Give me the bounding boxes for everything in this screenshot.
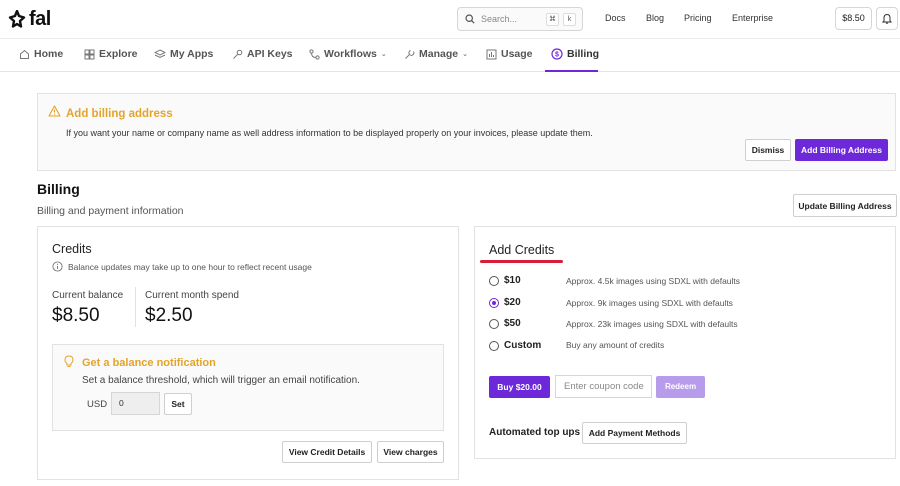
notification-title: Get a balance notification	[82, 357, 216, 369]
current-balance-value: $8.50	[52, 305, 100, 326]
nav-billing[interactable]: $ Billing	[551, 48, 599, 60]
add-payment-methods-button[interactable]: Add Payment Methods	[582, 422, 687, 444]
option-custom[interactable]: Custom	[489, 340, 541, 351]
search-input[interactable]: Search... ⌘ k	[457, 7, 583, 31]
top-bar: fal Search... ⌘ k Docs Blog Pricing Ente…	[0, 0, 900, 38]
threshold-input[interactable]: 0	[111, 392, 160, 415]
link-pricing[interactable]: Pricing	[684, 13, 712, 23]
radio-button[interactable]	[489, 275, 499, 286]
option-50[interactable]: $50	[489, 318, 521, 329]
wrench-icon	[405, 49, 415, 59]
alert-text: If you want your name or company name as…	[66, 128, 593, 138]
link-enterprise[interactable]: Enterprise	[732, 13, 773, 23]
view-credit-details-button[interactable]: View Credit Details	[282, 441, 372, 463]
shortcut-key-k: k	[563, 13, 576, 26]
month-spend-value: $2.50	[145, 305, 193, 326]
search-icon	[465, 14, 475, 24]
account-balance-button[interactable]: $8.50	[835, 7, 872, 30]
grid-icon	[84, 49, 95, 59]
bar-chart-icon	[486, 49, 497, 59]
nav-workflows[interactable]: Workflows ⌄	[309, 48, 387, 60]
current-balance-label: Current balance	[52, 290, 124, 301]
nav-manage[interactable]: Manage ⌄	[404, 48, 468, 60]
chevron-down-icon: ⌄	[462, 51, 468, 58]
nav-home[interactable]: Home	[19, 48, 63, 60]
balance-info: Balance updates may take up to one hour …	[52, 261, 312, 272]
balance-info-text: Balance updates may take up to one hour …	[68, 261, 312, 272]
nav-my-apps-label: My Apps	[170, 48, 214, 60]
nav-usage-label: Usage	[501, 48, 533, 60]
brand-name: fal	[29, 8, 51, 30]
info-icon	[52, 261, 63, 272]
chevron-down-icon: ⌄	[380, 51, 387, 58]
option-custom-label: Custom	[504, 340, 542, 351]
shortcut-key-cmd: ⌘	[546, 13, 559, 26]
notification-text: Set a balance threshold, which will trig…	[82, 375, 360, 386]
search-placeholder: Search...	[481, 14, 518, 24]
nav-manage-label: Manage	[419, 48, 459, 60]
add-credits-title: Add Credits	[489, 243, 555, 257]
option-custom-desc: Buy any amount of credits	[566, 340, 665, 350]
nav-usage[interactable]: Usage	[486, 48, 533, 60]
bell-icon	[882, 13, 892, 24]
buy-button[interactable]: Buy $20.00	[489, 376, 550, 398]
nav-home-label: Home	[34, 48, 64, 60]
option-50-label: $50	[504, 318, 521, 329]
set-threshold-button[interactable]: Set	[164, 393, 192, 415]
title-underline	[480, 260, 563, 263]
update-billing-address-button[interactable]: Update Billing Address	[793, 194, 897, 217]
option-20[interactable]: $20	[489, 297, 521, 308]
lightbulb-icon	[64, 355, 74, 367]
fal-logo[interactable]: fal	[8, 8, 51, 30]
redeem-button[interactable]: Redeem	[656, 376, 705, 398]
warning-icon	[48, 105, 61, 117]
radio-button[interactable]	[489, 318, 499, 329]
nav-explore[interactable]: Explore	[84, 48, 138, 60]
add-billing-address-button[interactable]: Add Billing Address	[795, 139, 888, 161]
radio-button-checked[interactable]	[489, 297, 499, 308]
nav-api-keys[interactable]: API Keys	[232, 48, 293, 60]
option-20-desc: Approx. 9k images using SDXL with defaul…	[566, 298, 733, 308]
home-icon	[20, 49, 29, 59]
month-spend-label: Current month spend	[145, 290, 239, 301]
option-50-desc: Approx. 23k images using SDXL with defau…	[566, 319, 738, 329]
fal-logo-icon	[8, 10, 26, 28]
credits-title: Credits	[52, 242, 92, 256]
main-nav: Home Explore My Apps API Keys Workflows …	[0, 38, 900, 72]
credits-card: Credits Balance updates may take up to o…	[37, 226, 459, 480]
layers-icon	[154, 48, 166, 58]
add-credits-card: Add Credits $10 Approx. 4.5k images usin…	[474, 226, 896, 459]
option-10-label: $10	[504, 275, 521, 286]
stat-divider	[135, 287, 136, 327]
view-charges-button[interactable]: View charges	[377, 441, 444, 463]
alert-title: Add billing address	[66, 108, 173, 120]
notifications-button[interactable]	[876, 7, 898, 30]
currency-label: USD	[87, 399, 108, 410]
page-title: Billing	[37, 181, 80, 197]
nav-explore-label: Explore	[99, 48, 138, 60]
billing-address-alert: Add billing address If you want your nam…	[37, 93, 896, 171]
option-10-desc: Approx. 4.5k images using SDXL with defa…	[566, 276, 741, 286]
nav-workflows-label: Workflows	[324, 48, 377, 60]
svg-text:$: $	[555, 52, 559, 59]
dollar-circle-icon: $	[551, 48, 563, 60]
link-blog[interactable]: Blog	[646, 13, 664, 23]
link-docs[interactable]: Docs	[605, 13, 626, 23]
key-icon	[233, 49, 243, 59]
active-tab-indicator	[545, 70, 598, 72]
coupon-input[interactable]: Enter coupon code	[555, 375, 652, 398]
option-10[interactable]: $10	[489, 275, 521, 286]
workflow-icon	[309, 48, 320, 60]
automated-topups-label: Automated top ups	[489, 427, 581, 438]
nav-api-keys-label: API Keys	[247, 48, 293, 60]
page-subtitle: Billing and payment information	[37, 205, 184, 217]
dismiss-button[interactable]: Dismiss	[745, 139, 791, 161]
nav-my-apps[interactable]: My Apps	[154, 48, 213, 60]
option-20-label: $20	[504, 297, 521, 308]
nav-billing-label: Billing	[567, 48, 600, 60]
radio-button[interactable]	[489, 340, 499, 351]
balance-notification-panel: Get a balance notification Set a balance…	[52, 344, 444, 431]
